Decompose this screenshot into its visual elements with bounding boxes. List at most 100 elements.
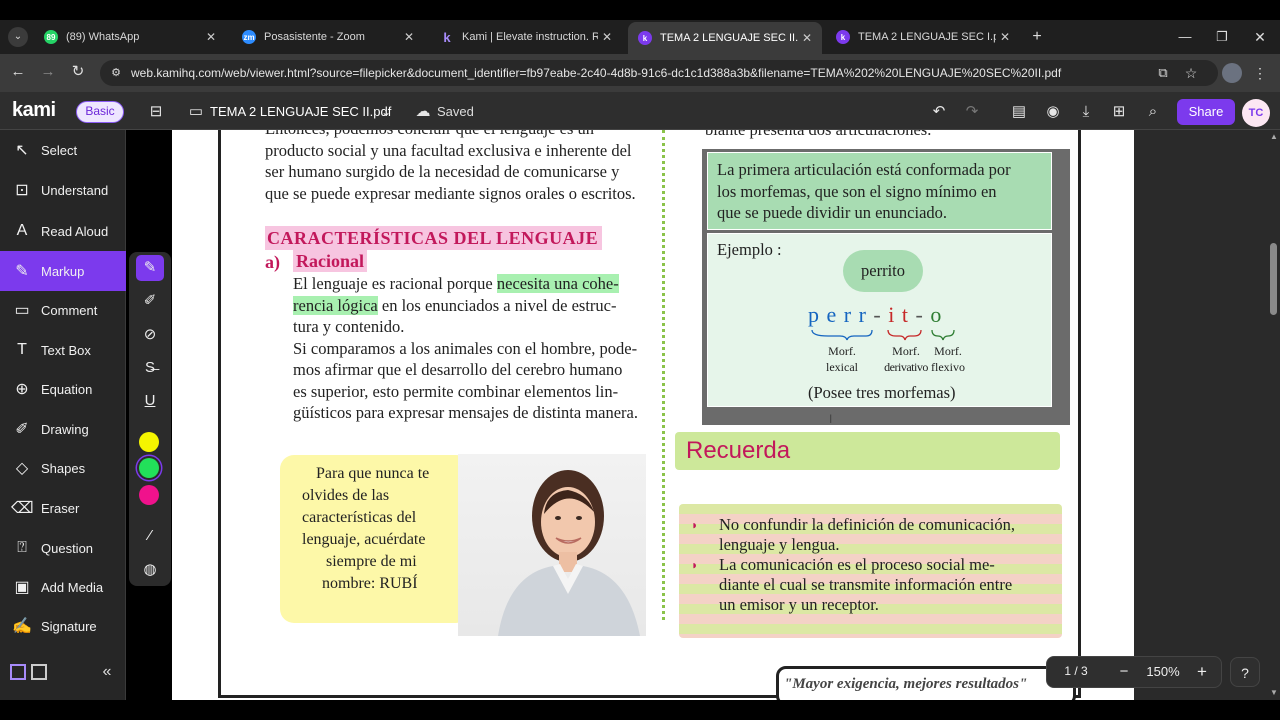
- reload-icon[interactable]: ↻: [68, 62, 88, 82]
- signature-icon: ✍: [12, 618, 32, 635]
- sidebar-item-label: Shapes: [41, 460, 86, 476]
- question-icon: ⍰: [17, 539, 27, 556]
- profile-icon[interactable]: [1222, 63, 1242, 83]
- recuerda-bullets: ◗ No confundir la definición de comunica…: [689, 515, 1051, 615]
- pdf-page[interactable]: Entonces, podemos concluir que el lengua…: [172, 130, 1134, 700]
- site-info-icon[interactable]: ⚙: [108, 64, 124, 82]
- sidebar-item-shapes[interactable]: ◇ Shapes: [0, 449, 126, 487]
- close-icon[interactable]: ✕: [798, 31, 816, 45]
- window-close-icon[interactable]: ✕: [1251, 28, 1269, 46]
- redo-icon[interactable]: ↷: [961, 101, 983, 123]
- browser-tab-whatsapp[interactable]: 89 (89) WhatsApp ✕: [34, 24, 226, 50]
- text-line: los morfemas, que son el signo mínimo en: [717, 181, 997, 201]
- scrollbar-thumb[interactable]: [1270, 243, 1277, 315]
- sidebar-item-signature[interactable]: ✍ Signature: [0, 607, 126, 645]
- tab-search-button[interactable]: ⌄: [8, 27, 28, 47]
- sidebar-item-select[interactable]: ↖ Select: [0, 131, 126, 169]
- zoom-in-button[interactable]: +: [1192, 660, 1212, 684]
- sidebar-item-read-aloud[interactable]: A Read Aloud: [0, 212, 126, 250]
- sidebar-item-text-box[interactable]: T Text Box: [0, 331, 126, 369]
- text-span: en los enunciados a nivel de estruc-: [381, 295, 617, 315]
- restore-icon[interactable]: ❐: [1213, 28, 1231, 46]
- close-icon[interactable]: ✕: [400, 30, 418, 44]
- browser-tab-tema2-sec2[interactable]: k TEMA 2 LENGUAJE SEC II.pdf ✕: [628, 22, 822, 54]
- help-button[interactable]: ?: [1230, 657, 1260, 687]
- scroll-up-icon[interactable]: ▲: [1269, 132, 1279, 142]
- strikethrough-icon[interactable]: S̶: [136, 355, 164, 381]
- text-line: Si comparamos a los animales con el homb…: [293, 338, 638, 358]
- eye-icon[interactable]: ◉: [1042, 101, 1064, 123]
- install-app-icon[interactable]: ⧉: [1153, 63, 1173, 83]
- sidebar-item-eraser[interactable]: ⌫ Eraser: [0, 489, 126, 527]
- document-title[interactable]: TEMA 2 LENGUAJE SEC II.pdf: [210, 104, 391, 119]
- archive-icon[interactable]: ⊟: [145, 101, 167, 123]
- zoom-out-button[interactable]: −: [1114, 660, 1134, 684]
- morph-label-flexivo: Morf. flexivo: [928, 343, 968, 375]
- color-palette-icon[interactable]: ◍: [136, 557, 164, 583]
- forward-arrow-icon[interactable]: →: [38, 62, 58, 82]
- sidebar-item-markup[interactable]: ✎ Markup: [0, 251, 126, 291]
- woman-illustration: [498, 470, 640, 636]
- color-swatch-yellow[interactable]: [139, 432, 159, 452]
- scroll-down-icon[interactable]: ▼: [1269, 688, 1279, 698]
- single-page-view-icon[interactable]: [10, 664, 26, 680]
- underline-icon[interactable]: U: [136, 388, 164, 414]
- text-line: Entonces, podemos concluir que el lengua…: [265, 130, 655, 140]
- document-icon: ▭: [188, 103, 204, 120]
- back-arrow-icon[interactable]: ←: [8, 62, 28, 82]
- close-icon[interactable]: ✕: [202, 30, 220, 44]
- morpheme-inflectional: o: [930, 302, 943, 327]
- column-divider: [662, 130, 665, 620]
- sidebar-item-label: Eraser: [41, 500, 80, 516]
- toolbox-icon[interactable]: ⊞: [1108, 101, 1130, 123]
- sidebar-item-understand[interactable]: ⊡ Understand: [0, 171, 126, 209]
- right-top-text: blante presenta dos articulaciones.: [705, 130, 931, 140]
- chevron-down-icon[interactable]: ⌄: [375, 101, 397, 123]
- user-avatar[interactable]: TC: [1242, 99, 1270, 127]
- sidebar-item-question[interactable]: ⍰ Question: [0, 529, 126, 567]
- media-icon: ▣: [14, 579, 30, 596]
- highlighted-text: necesita una cohe-: [496, 274, 619, 293]
- sidebar-item-comment[interactable]: ▭ Comment: [0, 291, 126, 329]
- download-icon[interactable]: ⤓: [1075, 101, 1097, 123]
- dual-page-view-icon[interactable]: [31, 664, 47, 680]
- color-swatch-pink[interactable]: [139, 485, 159, 505]
- eyedropper-icon[interactable]: ⁄: [136, 523, 164, 549]
- browser-tab-zoom[interactable]: zm Posasistente - Zoom ✕: [232, 24, 424, 50]
- area-highlight-icon[interactable]: ⊘: [136, 322, 164, 348]
- color-swatch-green[interactable]: [139, 458, 159, 478]
- close-icon[interactable]: ✕: [996, 30, 1014, 44]
- plan-badge[interactable]: Basic: [76, 101, 124, 123]
- tab-title: TEMA 2 LENGUAJE SEC I.pdf: [858, 31, 996, 43]
- text-line: güísticos para expresar mensajes de dist…: [293, 403, 639, 422]
- subsection-title: Racional: [293, 250, 368, 272]
- undo-icon[interactable]: ↶: [928, 101, 950, 123]
- notes-icon[interactable]: ▤: [1008, 101, 1030, 123]
- text-line: lenguaje y lengua.: [719, 535, 840, 554]
- morph-label-lexical: Morf. lexical: [820, 343, 864, 375]
- kami-logo[interactable]: kami: [12, 99, 56, 122]
- sidebar-item-label: Text Box: [41, 342, 91, 358]
- sidebar-item-add-media[interactable]: ▣ Add Media: [0, 568, 126, 606]
- text-icon: T: [17, 341, 27, 358]
- browser-menu-icon[interactable]: ⋮: [1252, 63, 1268, 83]
- close-icon[interactable]: ✕: [598, 30, 616, 44]
- sidebar-item-equation[interactable]: ⊕ Equation: [0, 370, 126, 408]
- bookmark-star-icon[interactable]: ☆: [1181, 63, 1201, 83]
- url-text[interactable]: web.kamihq.com/web/viewer.html?source=fi…: [131, 66, 1061, 80]
- text-line: mos afirmar que el desarrollo del cerebr…: [293, 360, 623, 379]
- browser-tab-kami-home[interactable]: k Kami | Elevate instruction. Reac ✕: [430, 24, 622, 50]
- highlight-eraser-icon[interactable]: ✐: [136, 288, 164, 314]
- browser-tab-tema2-sec1[interactable]: k TEMA 2 LENGUAJE SEC I.pdf ✕: [826, 24, 1020, 50]
- zoom-level[interactable]: 150%: [1140, 664, 1186, 679]
- search-icon[interactable]: ⌕: [1142, 101, 1164, 123]
- new-tab-icon[interactable]: +: [1028, 28, 1046, 46]
- scrollbar[interactable]: [1268, 130, 1280, 700]
- highlighter-tool-icon[interactable]: ✎: [136, 255, 164, 281]
- minimize-icon[interactable]: —: [1176, 28, 1194, 46]
- sidebar-item-drawing[interactable]: ✐ Drawing: [0, 410, 126, 448]
- collapse-sidebar-icon[interactable]: «: [98, 662, 116, 682]
- share-button[interactable]: Share: [1177, 99, 1235, 125]
- page-indicator[interactable]: 1 / 3: [1058, 664, 1094, 678]
- morpheme-lexical: p e r r: [808, 302, 867, 327]
